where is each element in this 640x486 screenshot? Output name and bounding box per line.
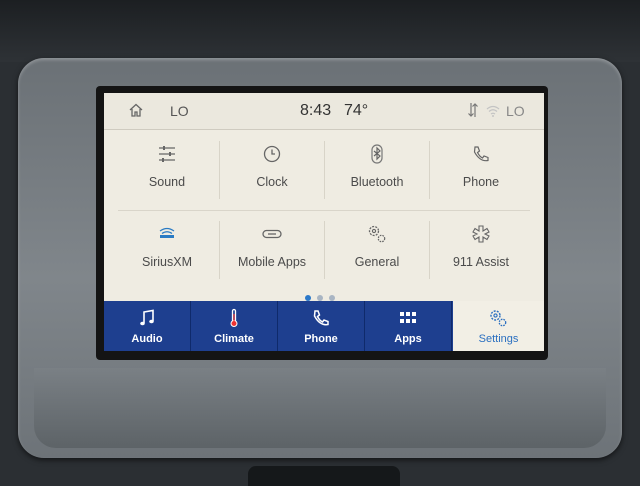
data-transfer-icon xyxy=(468,103,478,117)
home-icon[interactable] xyxy=(128,102,144,118)
tile-label: Phone xyxy=(462,175,500,189)
settings-tile-phone[interactable]: Phone xyxy=(432,133,530,205)
bottom-nav: Audio Climate Phone Apps Settings xyxy=(104,301,544,351)
tile-label: General xyxy=(354,255,400,269)
nav-phone[interactable]: Phone xyxy=(278,301,365,351)
nav-label: Audio xyxy=(131,333,163,345)
siriusxm-icon xyxy=(159,227,175,238)
settings-tile-mobile-apps[interactable]: Mobile Apps xyxy=(223,213,325,285)
nav-label: Phone xyxy=(304,333,338,345)
settings-grid: Sound Clock Bluetooth Phone SiriusXM Mob… xyxy=(118,133,530,285)
outside-temperature: 74° xyxy=(344,102,369,119)
nav-climate[interactable]: Climate xyxy=(191,301,278,351)
phone-icon xyxy=(313,310,329,326)
nav-label: Apps xyxy=(394,333,422,345)
control-slot xyxy=(248,466,400,486)
tile-label: Bluetooth xyxy=(350,175,404,189)
nav-settings[interactable]: Settings xyxy=(453,301,544,351)
gears-icon xyxy=(490,310,507,327)
bezel-lower-panel xyxy=(34,368,606,448)
gears-icon xyxy=(368,225,386,243)
nav-label: Climate xyxy=(214,333,254,345)
tile-label: Clock xyxy=(256,175,288,189)
tile-label: Sound xyxy=(148,175,186,189)
status-bar: LO 8:43 74° LO xyxy=(104,93,544,130)
music-note-icon xyxy=(140,309,154,326)
phone-icon xyxy=(473,146,489,162)
thermometer-icon xyxy=(230,308,238,327)
wifi-icon xyxy=(486,105,500,117)
nav-audio[interactable]: Audio xyxy=(104,301,191,351)
settings-tile-siriusxm[interactable]: SiriusXM xyxy=(118,213,220,285)
clock-time: 8:43 xyxy=(300,102,332,119)
settings-tile-clock[interactable]: Clock xyxy=(223,133,325,205)
nav-apps[interactable]: Apps xyxy=(365,301,452,351)
sliders-icon xyxy=(159,146,175,162)
page-indicator xyxy=(302,288,346,301)
touchscreen: LO 8:43 74° LO Sound Clock Bluetooth Pho… xyxy=(104,93,544,351)
tile-label: Mobile Apps xyxy=(237,255,307,269)
settings-tile-general[interactable]: General xyxy=(328,213,430,285)
assist-icon xyxy=(472,225,490,243)
nav-label: Settings xyxy=(478,333,519,345)
settings-tile-911-assist[interactable]: 911 Assist xyxy=(432,213,530,285)
settings-tile-bluetooth[interactable]: Bluetooth xyxy=(328,133,430,205)
link-icon xyxy=(262,229,282,239)
settings-tile-sound[interactable]: Sound xyxy=(118,133,220,205)
apps-grid-icon xyxy=(400,312,416,323)
left-climate-label: LO xyxy=(170,103,189,119)
bluetooth-icon xyxy=(371,144,383,164)
dashboard-top xyxy=(0,0,640,62)
clock-icon xyxy=(263,145,281,163)
right-climate-label: LO xyxy=(506,103,525,119)
tile-label: SiriusXM xyxy=(141,255,192,269)
tile-label: 911 Assist xyxy=(452,255,510,269)
